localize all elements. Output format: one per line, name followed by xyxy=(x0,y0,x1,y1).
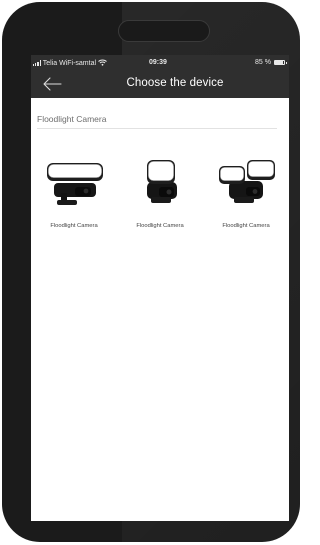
device-list: Floodlight Camera Floodlight Camera Floo… xyxy=(31,153,289,243)
status-time: 09:39 xyxy=(149,59,167,66)
device-label: Floodlight Camera xyxy=(50,223,98,229)
status-bar: Telia WiFi-samtal 09:39 85 % xyxy=(31,58,289,70)
section-divider xyxy=(37,128,277,129)
device-item-floodlight-2[interactable]: Floodlight Camera xyxy=(117,153,203,243)
app-screen: Telia WiFi-samtal 09:39 85 % Choose the … xyxy=(31,55,289,521)
device-item-floodlight-3[interactable]: Floodlight Camera xyxy=(203,153,289,243)
section-title: Floodlight Camera xyxy=(37,114,107,124)
device-item-floodlight-1[interactable]: Floodlight Camera xyxy=(31,153,117,243)
main-content: Floodlight Camera Floodlight Camera Floo… xyxy=(31,98,289,521)
battery-icon xyxy=(274,60,287,65)
wifi-icon xyxy=(98,59,107,67)
status-right: 85 % xyxy=(255,59,287,66)
page-title: Choose the device xyxy=(126,77,224,89)
nav-bar: Choose the device xyxy=(31,72,289,96)
device-label: Floodlight Camera xyxy=(222,223,270,229)
carrier-label: Telia WiFi-samtal xyxy=(42,59,97,67)
back-button[interactable] xyxy=(39,74,65,94)
app-header: Telia WiFi-samtal 09:39 85 % Choose the … xyxy=(31,55,289,98)
floodlight-camera-image xyxy=(219,160,275,203)
arrow-left-icon xyxy=(43,77,62,91)
signal-icon xyxy=(33,60,41,66)
status-left: Telia WiFi-samtal xyxy=(33,59,107,67)
phone-speaker xyxy=(118,20,210,42)
device-label: Floodlight Camera xyxy=(136,223,184,229)
battery-percent: 85 % xyxy=(255,59,271,66)
floodlight-camera-image xyxy=(147,160,177,203)
floodlight-camera-image xyxy=(47,163,103,205)
